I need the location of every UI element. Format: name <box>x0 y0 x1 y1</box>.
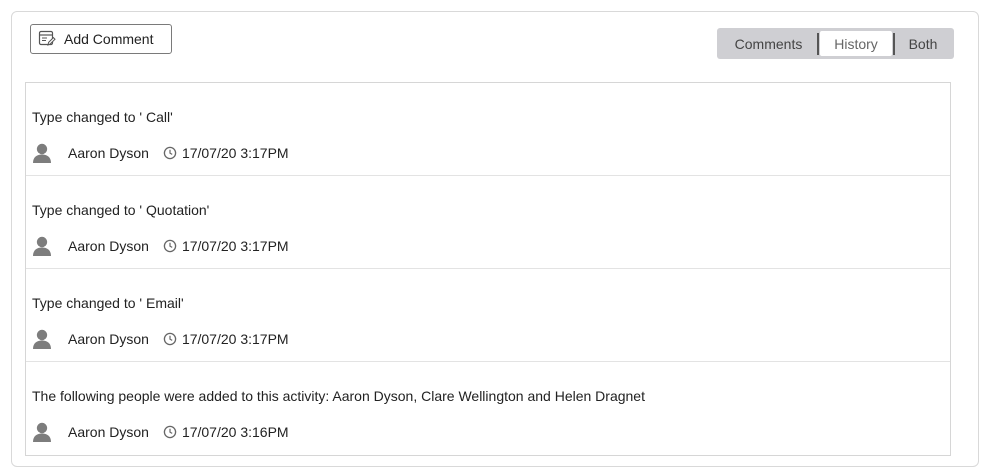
history-item: The following people were added to this … <box>26 362 950 455</box>
comment-edit-icon <box>38 30 56 46</box>
history-author: Aaron Dyson <box>68 424 149 440</box>
history-timestamp: 17/07/20 3:17PM <box>181 238 289 254</box>
user-avatar-icon <box>33 422 51 442</box>
add-comment-button[interactable]: Add Comment <box>30 24 172 54</box>
view-toggle: Comments History Both <box>717 28 954 59</box>
history-item: Type changed to ' Call' Aaron Dyson 17/0… <box>26 83 950 176</box>
history-message: Type changed to ' Call' <box>32 109 173 125</box>
history-meta: Aaron Dyson 17/07/20 3:17PM <box>32 141 289 165</box>
history-meta: Aaron Dyson 17/07/20 3:17PM <box>32 327 289 351</box>
clock-icon <box>163 425 177 439</box>
history-message: Type changed to ' Email' <box>32 295 184 311</box>
history-author: Aaron Dyson <box>68 238 149 254</box>
history-timestamp: 17/07/20 3:16PM <box>181 424 289 440</box>
history-message: The following people were added to this … <box>32 388 645 404</box>
clock-icon <box>163 332 177 346</box>
clock-icon <box>163 146 177 160</box>
history-author: Aaron Dyson <box>68 331 149 347</box>
user-avatar-icon <box>33 143 51 163</box>
history-item: Type changed to ' Email' Aaron Dyson 17/… <box>26 269 950 362</box>
user-avatar-icon <box>33 329 51 349</box>
history-message: Type changed to ' Quotation' <box>32 202 210 218</box>
clock-icon <box>163 239 177 253</box>
history-timestamp: 17/07/20 3:17PM <box>181 331 289 347</box>
add-comment-label: Add Comment <box>64 31 154 47</box>
history-list: Type changed to ' Call' Aaron Dyson 17/0… <box>25 82 951 456</box>
user-avatar-icon <box>33 236 51 256</box>
history-author: Aaron Dyson <box>68 145 149 161</box>
history-meta: Aaron Dyson 17/07/20 3:16PM <box>32 420 289 444</box>
history-timestamp: 17/07/20 3:17PM <box>181 145 289 161</box>
toggle-both[interactable]: Both <box>895 31 951 56</box>
toggle-divider <box>817 32 819 55</box>
history-meta: Aaron Dyson 17/07/20 3:17PM <box>32 234 289 258</box>
history-item: Type changed to ' Quotation' Aaron Dyson… <box>26 176 950 269</box>
toggle-history[interactable]: History <box>820 31 892 56</box>
toggle-comments[interactable]: Comments <box>720 31 817 56</box>
